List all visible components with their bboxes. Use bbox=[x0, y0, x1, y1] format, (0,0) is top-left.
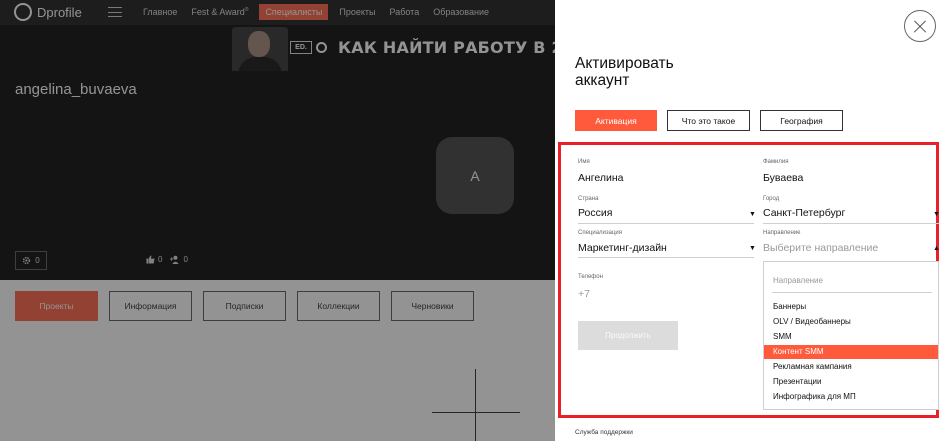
continue-button[interactable]: Продолжить bbox=[578, 321, 678, 350]
panel-tabs: Активация Что это такое География bbox=[575, 110, 843, 131]
city-chevron-down-icon[interactable]: ▼ bbox=[933, 211, 940, 218]
support-link[interactable]: Служба поддержки bbox=[575, 429, 633, 436]
dropdown-option-smm[interactable]: SMM bbox=[764, 330, 938, 344]
dropdown-header-divider bbox=[772, 292, 932, 293]
panel-title: Активировать аккаунт bbox=[575, 55, 674, 89]
close-icon[interactable] bbox=[904, 10, 936, 42]
city-underline bbox=[763, 223, 939, 224]
first-name-label: Имя bbox=[578, 159, 590, 165]
first-name-field[interactable]: Ангелина bbox=[578, 172, 624, 184]
specialization-chevron-down-icon[interactable]: ▼ bbox=[749, 245, 756, 252]
phone-input[interactable]: +7 bbox=[578, 288, 590, 300]
country-chevron-down-icon[interactable]: ▼ bbox=[749, 211, 756, 218]
country-underline bbox=[578, 223, 754, 224]
tab-what-is-it[interactable]: Что это такое bbox=[667, 110, 750, 131]
dropdown-option-banners[interactable]: Баннеры bbox=[764, 300, 938, 314]
modal-backdrop[interactable] bbox=[0, 0, 555, 441]
dropdown-option-ad-campaign[interactable]: Рекламная кампания bbox=[764, 360, 938, 374]
specialization-underline bbox=[578, 257, 754, 258]
tab-geography[interactable]: География bbox=[760, 110, 843, 131]
activation-panel: Активировать аккаунт Активация Что это т… bbox=[555, 0, 943, 441]
tab-activation[interactable]: Активация bbox=[575, 110, 657, 131]
dropdown-option-infographics-mp[interactable]: Инфографика для МП bbox=[764, 390, 938, 404]
activation-form: Имя Ангелина Фамилия Буваева Страна Росс… bbox=[558, 142, 940, 418]
dropdown-header: Направление bbox=[773, 276, 823, 285]
dropdown-option-content-smm[interactable]: Контент SMM bbox=[764, 345, 938, 359]
city-select[interactable]: Санкт-Петербург bbox=[763, 207, 845, 219]
direction-dropdown: Направление Баннеры OLV / Видеобаннеры S… bbox=[763, 261, 939, 410]
direction-label: Направление bbox=[763, 230, 801, 236]
direction-chevron-up-icon[interactable]: ▲ bbox=[933, 245, 940, 252]
country-select[interactable]: Россия bbox=[578, 207, 612, 219]
country-label: Страна bbox=[578, 196, 599, 202]
dropdown-option-presentations[interactable]: Презентации bbox=[764, 375, 938, 389]
dropdown-option-olv-video-banners[interactable]: OLV / Видеобаннеры bbox=[764, 315, 938, 329]
specialization-label: Специализация bbox=[578, 230, 623, 236]
last-name-label: Фамилия bbox=[763, 159, 789, 165]
city-label: Город bbox=[763, 196, 780, 202]
last-name-field[interactable]: Буваева bbox=[763, 172, 803, 184]
direction-select[interactable]: Выберите направление bbox=[763, 242, 878, 254]
phone-label: Телефон bbox=[578, 274, 603, 280]
specialization-select[interactable]: Маркетинг-дизайн bbox=[578, 242, 667, 254]
